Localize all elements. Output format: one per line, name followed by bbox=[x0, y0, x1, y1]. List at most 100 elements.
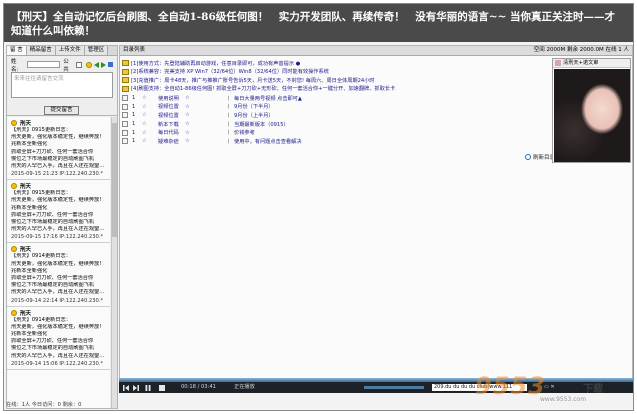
page-banner: 【刑天】全自动记忆后台刷图、全自动1-86级任何图！ 实力开发团队、再续传奇！ … bbox=[4, 4, 633, 42]
message-textarea[interactable]: 来来往往请留言交流 bbox=[11, 72, 113, 98]
list-item[interactable]: 1 ☆ 视频位置 ☆ 丨 9月份（下半月） bbox=[122, 103, 547, 112]
post-line: 兆新本全新强化 bbox=[11, 204, 48, 211]
folder-icon bbox=[122, 68, 129, 75]
post-time: 2015-09-14 15:06 IP:122.240.230.* bbox=[11, 360, 104, 367]
next-icon[interactable] bbox=[133, 385, 139, 391]
post-line: 刑天更新，强化版本稳定性，继续奔放! bbox=[11, 260, 102, 267]
post-line: 抓取全屏+刀刀砍、任何一套活合你 bbox=[11, 338, 94, 345]
watermark-sub: 下载 bbox=[583, 384, 603, 395]
post-line: 刑天的人罕已入手，再且在人还在观望… bbox=[11, 289, 105, 296]
folder-icon bbox=[122, 85, 129, 92]
play-time: 00:18 / 03:41 bbox=[181, 384, 216, 390]
post-line: 【刑天】0914更新日志： bbox=[11, 316, 71, 323]
directory-title: 目录列表 bbox=[123, 47, 146, 53]
arrow-right-icon[interactable] bbox=[101, 61, 107, 68]
post-line: 刑天的人罕已入手，再且在人还在观望… bbox=[11, 226, 105, 233]
window-frame: 【刑天】全自动记忆后台刷图、全自动1-86级任何图！ 实力开发团队、再续传奇！ … bbox=[3, 3, 634, 411]
post-line: 刑天更新，强化版本稳定性，继续奔放! bbox=[11, 197, 102, 204]
space-info: 空间 2000M 剩余 2000.0M 在线 1 人 bbox=[533, 47, 629, 53]
post-author: 刑天 bbox=[20, 310, 32, 317]
notice-text: [2]系统兼容：完美支持 XP Win7（32/64位）Win8（32/64位）… bbox=[131, 69, 329, 76]
notice-text: [1]使用方式：先登陆辅助再启动游戏，任意目录即可，成功有声音提示 ● bbox=[131, 60, 301, 67]
submit-message-button[interactable]: 提交留言 bbox=[44, 106, 79, 115]
post-line: 慢位之下市场最稳定的自动刷图飞机 bbox=[11, 282, 95, 289]
post-line: 【刑天】0915更新日志： bbox=[11, 127, 71, 133]
seek-bar[interactable] bbox=[364, 386, 424, 389]
scrollbar-thumb[interactable] bbox=[112, 123, 117, 237]
message-post: 刑天 【刑天】0915更新日志： 刑天更新，强化版本稳定性，继续奔放! 兆新本全… bbox=[7, 180, 110, 244]
play-status: 正在播放 bbox=[234, 384, 255, 390]
profile-caption-text: 清刑天+诺文审 bbox=[563, 59, 599, 66]
file-icon bbox=[122, 103, 128, 110]
feed-scrollbar[interactable] bbox=[111, 117, 117, 408]
public-checkbox[interactable] bbox=[76, 61, 83, 68]
tab-upload[interactable]: 上传文件 bbox=[55, 46, 85, 55]
list-item[interactable]: 1 ☆ 疑难杂症 ☆ 丨使用中，有问题点击查看解决 bbox=[122, 137, 547, 146]
refresh-icon bbox=[525, 154, 531, 160]
post-author: 刑天 bbox=[20, 184, 32, 191]
file-icon bbox=[122, 138, 128, 145]
name-input[interactable] bbox=[26, 61, 61, 68]
post-line: 慢位之下市场最稳定的自动刷图飞机 bbox=[11, 155, 95, 162]
notice-item[interactable]: [3]充值推广：周卡48天，推广与推推广账号告诉5天，月卡送5天，不封您! 每周… bbox=[122, 76, 547, 85]
notice-item[interactable]: [4]刷图支持：全自动1-86级任何图! 抓取全屏+刀刀砍+无形砍、任何一套活合… bbox=[122, 85, 547, 94]
post-line: 慢位之下市场最稳定的自动刷图飞机 bbox=[11, 219, 95, 226]
post-time: 2015-09-15 17:16 IP:122.240.230.* bbox=[11, 234, 104, 241]
status-bar: 在线：1人 今日访问：0 剩余：0 bbox=[6, 402, 82, 408]
main-header: 目录列表 空间 2000M 剩余 2000.0M 在线 1 人 bbox=[120, 46, 632, 56]
profile-caption: 清刑天+诺文审 bbox=[553, 59, 630, 68]
post-line: 兆新本全新强化 bbox=[11, 267, 48, 274]
watermark-logo: 9553 bbox=[475, 372, 546, 400]
post-line: 慢位之下市场最稳定的自动刷图飞机 bbox=[11, 345, 95, 352]
post-line: 兆新本全新强化 bbox=[11, 141, 48, 148]
public-label: 公共 bbox=[63, 58, 69, 73]
file-icon bbox=[122, 112, 128, 119]
post-line: 刑天的人罕已入手，再且在人还在观望… bbox=[11, 163, 105, 170]
post-line: 【刑天】0914更新日志： bbox=[11, 253, 71, 260]
post-line: 【刑天】0915更新日志： bbox=[11, 190, 71, 197]
smiley-icon bbox=[11, 309, 17, 316]
file-icon bbox=[122, 121, 128, 128]
refresh-directory-link[interactable]: 刷新目录 bbox=[525, 153, 555, 161]
notice-text: [4]刷图支持：全自动1-86级任何图! 抓取全屏+刀刀砍+无形砍、任何一套活合… bbox=[131, 86, 396, 93]
list-item[interactable]: 1 ☆ 新本下载 ☆ 丨当期最新版本（0915） bbox=[122, 120, 547, 129]
message-post: 刑天 【刑天】0914更新日志： 刑天更新，强化版本稳定性，继续奔放! 兆新本全… bbox=[7, 307, 110, 370]
arrow-left-icon[interactable] bbox=[94, 61, 100, 68]
message-post: 刑天 【刑天】0915更新日志： 刑天更新，强化版本稳定性，继续奔放! 兆新本全… bbox=[7, 117, 110, 181]
pause-icon[interactable] bbox=[145, 385, 151, 391]
file-icon bbox=[122, 95, 128, 102]
music-player: 00:18 / 03:41 正在播放 209.du du du du club(… bbox=[119, 382, 633, 393]
avatar-thumb-icon bbox=[555, 60, 561, 66]
name-label: 姓名: bbox=[11, 58, 19, 73]
file-icon bbox=[122, 129, 128, 136]
notice-item[interactable]: [1]使用方式：先登陆辅助再启动游戏，任意目录即可，成功有声音提示 ● bbox=[122, 59, 547, 68]
tab-message[interactable]: 留 言 bbox=[7, 46, 27, 55]
post-author: 刑天 bbox=[20, 247, 32, 254]
profile-photo bbox=[554, 69, 630, 162]
post-line: 兆新本全新强化 bbox=[11, 331, 48, 338]
list-item[interactable]: 1 ☆ 使用说明 ☆ 丨每日大量两号视频 点击即可▲ bbox=[122, 94, 547, 103]
tab-admin[interactable]: 管理区 bbox=[84, 46, 109, 55]
tab-featured[interactable]: 精品留言 bbox=[26, 46, 56, 55]
post-line: 刑天更新，强化版本稳定性，继续奔放! bbox=[11, 323, 102, 330]
post-line: 抓取全屏+刀刀砍、任何一套活合你 bbox=[11, 275, 94, 282]
notice-item[interactable]: [2]系统兼容：完美支持 XP Win7（32/64位）Win8（32/64位）… bbox=[122, 68, 547, 77]
prev-icon[interactable] bbox=[123, 385, 129, 391]
smiley-icon bbox=[11, 183, 17, 190]
post-author: 刑天 bbox=[20, 121, 32, 127]
message-post: 刑天 【刑天】0914更新日志： 刑天更新，强化版本稳定性，继续奔放! 兆新本全… bbox=[7, 243, 110, 307]
smiley-icon[interactable] bbox=[86, 61, 93, 68]
stop-icon[interactable] bbox=[159, 385, 165, 391]
list-item[interactable]: 1 ☆ 每日代码 ☆ 丨价钱参考 bbox=[122, 128, 547, 137]
post-line: 抓取全屏+刀刀砍、任何一套活合你 bbox=[11, 148, 94, 155]
left-tabs: 留 言 精品留言 上传文件 管理区 bbox=[7, 46, 117, 56]
message-feed: 刑天 【刑天】0915更新日志： 刑天更新，强化版本稳定性，继续奔放! 兆新本全… bbox=[7, 117, 110, 408]
watermark-url: www.9553.com bbox=[540, 396, 587, 403]
smiley-icon bbox=[11, 120, 17, 126]
smiley-icon bbox=[11, 246, 17, 253]
list-item[interactable]: 1 ☆ 视频位置 ☆ 丨 9月份（上半月） bbox=[122, 111, 547, 120]
notice-list: [1]使用方式：先登陆辅助再启动游戏，任意目录即可，成功有声音提示 ● [2]系… bbox=[122, 59, 547, 93]
speaker-icon[interactable] bbox=[108, 62, 114, 67]
folder-icon bbox=[122, 60, 129, 67]
post-line: 刑天的人罕已入手，再且在人还在观望… bbox=[11, 352, 105, 359]
